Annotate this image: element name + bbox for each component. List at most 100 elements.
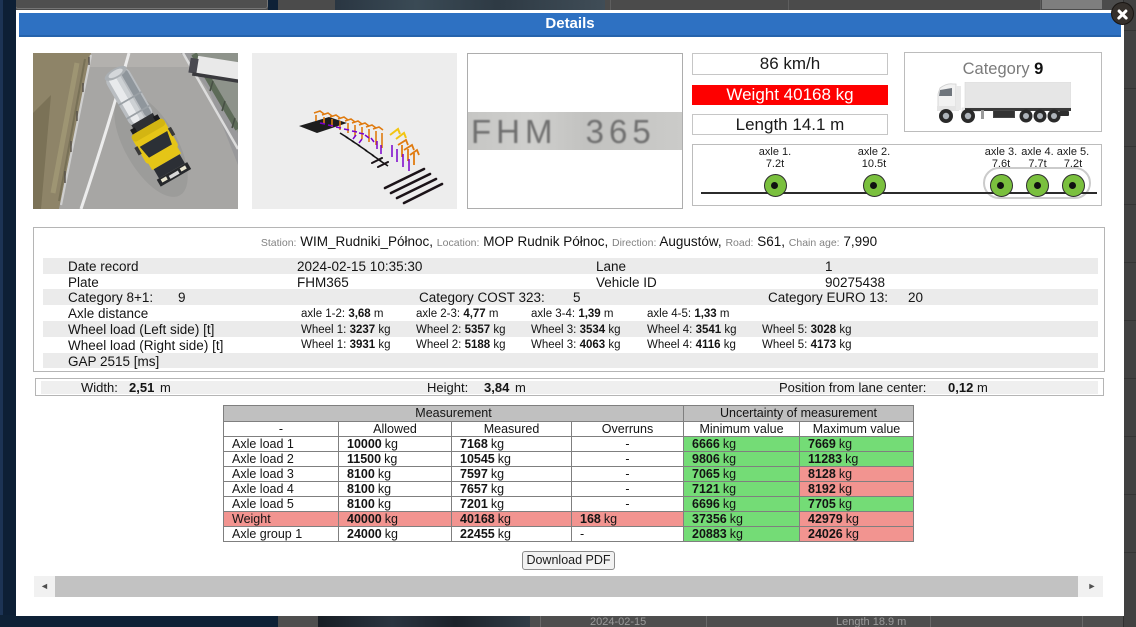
sub-measure: Wheel 4: 3541 kg (647, 324, 737, 336)
vehicle-photo-image (33, 53, 238, 209)
background-row-border (1124, 262, 1136, 263)
date-record-value: 2024-02-15 10:35:30 (297, 259, 422, 274)
background-sidebar (0, 0, 16, 627)
background-cell-border (1040, 0, 1041, 10)
row-sublabel: Lane (596, 259, 626, 274)
row-wheel-load-right: Wheel load (Right side) [t] Wheel 1: 393… (43, 337, 1098, 353)
sub-measure-unit: m (489, 308, 499, 320)
station-value: WIM_Rudniki_Północ, (300, 234, 433, 249)
speed-box: 86 km/h (692, 53, 888, 75)
table-cell: 10545kg (452, 451, 572, 466)
row-sublabel: Vehicle ID (596, 275, 657, 290)
cell-unit: kg (846, 512, 859, 526)
table-cell: - (572, 436, 684, 451)
cell-value: 168 (580, 512, 601, 526)
row-wheel-load-left: Wheel load (Left side) [t] Wheel 1: 3237… (43, 321, 1098, 337)
cell-unit: kg (385, 437, 398, 451)
row-axle-distance: Axle distance axle 1-2: 3,68 m axle 2-3:… (43, 305, 1098, 321)
table-row-axle-load-5: Axle load 5 8100kg 7201kg - 6696kg 7705k… (224, 496, 914, 511)
sub-measure-value: 3237 (350, 324, 376, 336)
sub-measure-label: Wheel 4: (647, 324, 692, 336)
cell-unit: kg (491, 437, 504, 451)
sub-measure-value: 1,33 (694, 308, 716, 320)
cell-unit: kg (385, 527, 398, 541)
cell-unit: kg (730, 512, 743, 526)
table-cell: Axle group 1 (224, 526, 339, 541)
cell-value: 9806 (692, 452, 720, 466)
sub-measure-unit: m (720, 308, 730, 320)
axle-1: axle 1. 7.2t (745, 147, 805, 170)
table-cell: Axle load 3 (224, 466, 339, 481)
sub-measure-label: axle 2-3: (416, 308, 460, 320)
sub-measure-label: axle 3-4: (531, 308, 575, 320)
background-cell-border (540, 616, 541, 627)
sub-measure-value: 4173 (811, 339, 837, 351)
sub-measure-label: Wheel 5: (762, 324, 807, 336)
table-cell: Weight (224, 511, 339, 526)
table-cell: Measured (452, 421, 572, 436)
table-cell: 42979kg (800, 511, 914, 526)
scroll-right-button[interactable]: ► (1081, 576, 1103, 597)
cell-value: 37356 (692, 512, 727, 526)
background-photo-fragment (335, 0, 605, 10)
road-value: S61, (757, 234, 785, 249)
wheel-icon (863, 174, 886, 197)
table-group-header-cell: Uncertainty of measurement (684, 406, 914, 422)
cell-value: 10545 (460, 452, 495, 466)
cell-value: 7201 (460, 497, 488, 511)
scrollbar-thumb[interactable] (55, 576, 1078, 597)
table-cell: 168kg (572, 511, 684, 526)
cell-unit: kg (491, 482, 504, 496)
download-pdf-button[interactable]: Download PDF (522, 551, 615, 570)
scroll-left-button[interactable]: ◄ (34, 576, 55, 597)
table-cell: 24026kg (800, 526, 914, 541)
background-row-border (1124, 204, 1136, 205)
table-cell: 8100kg (339, 466, 452, 481)
height-unit: m (515, 380, 526, 395)
cell-unit: kg (723, 467, 736, 481)
axle-load: 10.5t (844, 159, 904, 171)
plate-text: FHM 365 (471, 113, 682, 150)
background-cell-border (930, 616, 931, 627)
close-button[interactable] (1111, 2, 1134, 25)
sub-measure-label: axle 4-5: (647, 308, 691, 320)
station-line-label: Station: (261, 237, 297, 249)
dimensions-band (41, 381, 1098, 394)
table-cell: Allowed (339, 421, 452, 436)
table-cell: Axle load 5 (224, 496, 339, 511)
cell-value: 8100 (347, 482, 375, 496)
plate-photo: FHM 365 (468, 112, 682, 150)
scan-visualization-image (252, 53, 457, 209)
axle-load: 7.2t (745, 159, 805, 171)
category-panel: Category 9 (904, 52, 1102, 132)
table-cell: Axle load 1 (224, 436, 339, 451)
cell-unit: kg (378, 482, 391, 496)
station-line-label: Location: (437, 237, 480, 249)
table-cell: 11500kg (339, 451, 452, 466)
cell-unit: kg (723, 452, 736, 466)
cell-value: 7168 (460, 437, 488, 451)
background-date-cell: 2024-02-15 (590, 616, 646, 627)
table-cell: 6666kg (684, 436, 800, 451)
table-cell: 37356kg (684, 511, 800, 526)
dialog-titlebar[interactable]: Details (19, 13, 1121, 37)
table-row-axle-load-2: Axle load 2 11500kg 10545kg - 9806kg 112… (224, 451, 914, 466)
table-row-weight: Weight 40000kg 40168kg 168kg 37356kg 429… (224, 511, 914, 526)
cell-value: 7597 (460, 467, 488, 481)
table-row-axle-load-3: Axle load 3 8100kg 7597kg - 7065kg 8128k… (224, 466, 914, 481)
table-cell: Axle load 2 (224, 451, 339, 466)
record-info-box: Station: WIM_Rudniki_Północ, Location: M… (33, 227, 1105, 372)
table-cell: 40168kg (452, 511, 572, 526)
sub-measure: Wheel 3: 4063 kg (531, 339, 621, 351)
table-cell: Minimum value (684, 421, 800, 436)
row-sublabel: Category COST 323: (419, 290, 545, 305)
sub-measure-label: axle 1-2: (301, 308, 345, 320)
cell-value: 7065 (692, 467, 720, 481)
wheel-icon (1062, 174, 1085, 197)
horizontal-scrollbar[interactable]: ◄ ► (34, 576, 1103, 597)
direction-value: Augustów, (659, 234, 721, 249)
cell-unit: kg (730, 527, 743, 541)
background-row-border (1124, 378, 1136, 379)
cell-unit: kg (498, 527, 511, 541)
background-cell-border (706, 616, 707, 627)
